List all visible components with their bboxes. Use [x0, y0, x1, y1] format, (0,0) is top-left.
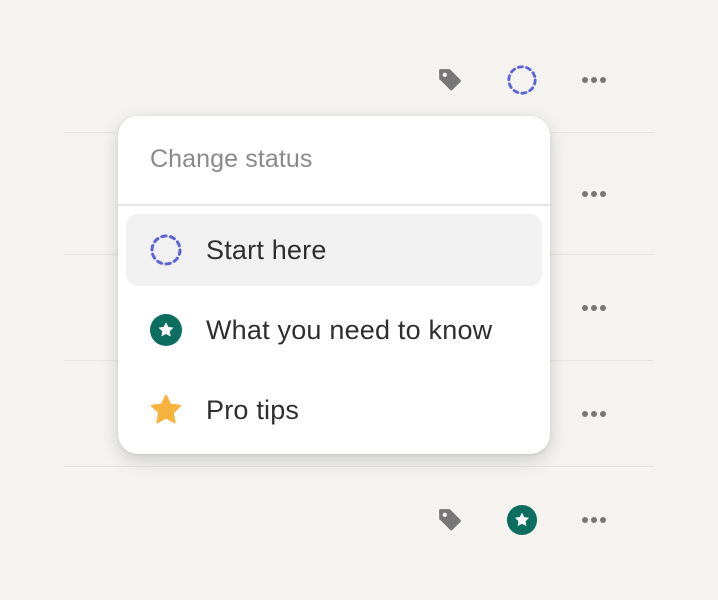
row-divider [64, 466, 654, 467]
menu-item-label: Pro tips [206, 394, 300, 425]
gold-star-icon [148, 392, 184, 428]
menu-item-pro-tips[interactable]: Pro tips [126, 374, 542, 446]
more-horizontal-icon[interactable] [578, 504, 610, 536]
menu-title: Change status [150, 145, 313, 173]
more-horizontal-icon[interactable] [578, 398, 610, 430]
green-star-circle-icon [148, 312, 184, 348]
more-horizontal-icon[interactable] [578, 178, 610, 210]
menu-item-label: Start here [206, 234, 327, 265]
tag-icon[interactable] [434, 504, 466, 536]
green-star-circle-icon[interactable] [506, 504, 538, 536]
menu-divider [118, 204, 550, 206]
change-status-menu: Change status Start here What you need t… [118, 116, 550, 454]
more-horizontal-icon[interactable] [578, 64, 610, 96]
dashed-circle-icon[interactable] [506, 64, 538, 96]
menu-item-label: What you need to know [206, 314, 493, 345]
tag-icon[interactable] [434, 64, 466, 96]
menu-item-what-you-need-to-know[interactable]: What you need to know [126, 294, 542, 366]
menu-item-start-here[interactable]: Start here [126, 214, 542, 286]
dashed-circle-icon [148, 232, 184, 268]
more-horizontal-icon[interactable] [578, 292, 610, 324]
